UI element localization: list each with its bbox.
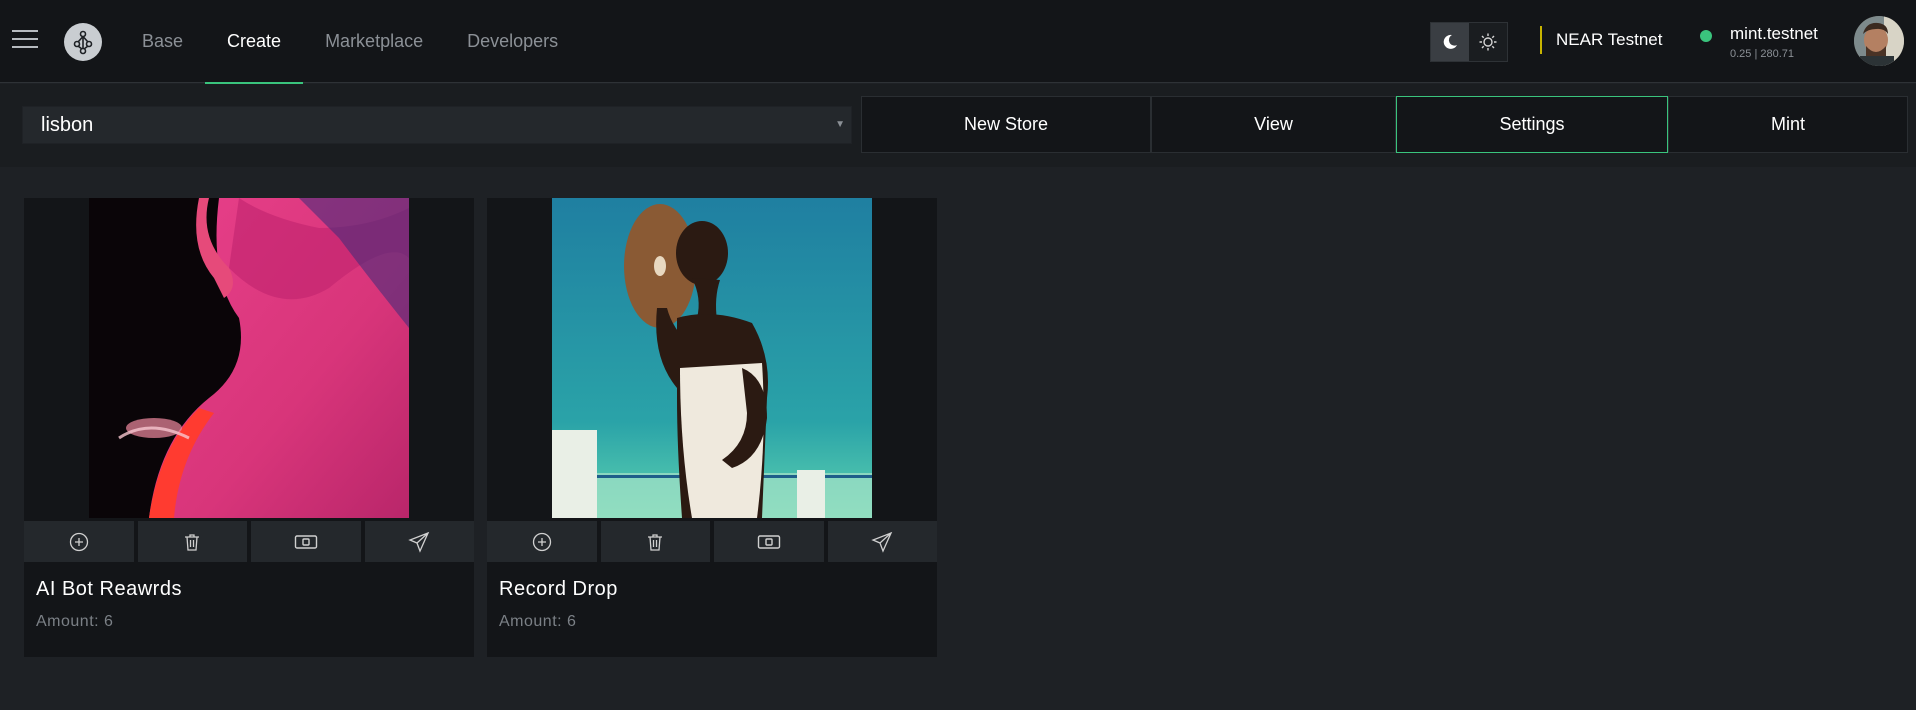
nft-image[interactable] bbox=[89, 198, 409, 518]
account-name: mint.testnet bbox=[1730, 24, 1818, 43]
nft-card-image-frame bbox=[487, 198, 937, 518]
send-icon[interactable] bbox=[827, 521, 937, 562]
tab-mint[interactable]: Mint bbox=[1668, 96, 1908, 153]
chevron-down-icon: ▼ bbox=[835, 119, 845, 130]
top-navbar: Base Create Marketplace Developers NEAR … bbox=[0, 0, 1916, 84]
store-tabs: New Store View Settings Mint bbox=[861, 96, 1908, 153]
main-nav: Base Create Marketplace Developers bbox=[120, 0, 580, 84]
nft-card-amount: Amount: 6 bbox=[499, 613, 577, 630]
nft-card-title: AI Bot Reawrds bbox=[36, 578, 182, 600]
sun-icon[interactable] bbox=[1469, 23, 1507, 61]
nft-card[interactable]: Record Drop Amount: 6 bbox=[487, 198, 937, 657]
nft-card-title: Record Drop bbox=[499, 578, 618, 600]
nav-marketplace[interactable]: Marketplace bbox=[303, 0, 445, 83]
nft-card-actions bbox=[487, 521, 937, 562]
nav-developers[interactable]: Developers bbox=[445, 0, 580, 83]
avatar[interactable] bbox=[1854, 16, 1904, 66]
trash-icon[interactable] bbox=[137, 521, 247, 562]
plus-circle-icon[interactable] bbox=[24, 521, 134, 562]
network-label[interactable]: NEAR Testnet bbox=[1540, 26, 1662, 54]
theme-toggle bbox=[1430, 22, 1508, 62]
hamburger-menu-icon[interactable] bbox=[12, 30, 38, 52]
money-icon[interactable] bbox=[714, 521, 824, 562]
nft-image[interactable] bbox=[552, 198, 872, 518]
nft-card[interactable]: AI Bot Reawrds Amount: 6 bbox=[24, 198, 474, 657]
plus-circle-icon[interactable] bbox=[487, 521, 597, 562]
nft-card-image-frame bbox=[24, 198, 474, 518]
store-select[interactable]: lisbon ▼ bbox=[22, 106, 852, 144]
send-icon[interactable] bbox=[364, 521, 474, 562]
nft-card-actions bbox=[24, 521, 474, 562]
tab-settings[interactable]: Settings bbox=[1396, 96, 1668, 153]
trash-icon[interactable] bbox=[600, 521, 710, 562]
moon-icon[interactable] bbox=[1431, 23, 1469, 61]
tab-new-store[interactable]: New Store bbox=[861, 96, 1151, 153]
money-icon[interactable] bbox=[251, 521, 361, 562]
nft-card-amount: Amount: 6 bbox=[36, 613, 114, 630]
nav-create[interactable]: Create bbox=[205, 0, 304, 84]
store-select-value: lisbon bbox=[41, 113, 94, 136]
nav-base[interactable]: Base bbox=[120, 0, 205, 83]
status-dot bbox=[1700, 30, 1712, 42]
account-balance: 0.25 | 280.71 bbox=[1730, 48, 1795, 60]
logo-icon[interactable] bbox=[64, 23, 102, 61]
tab-view[interactable]: View bbox=[1151, 96, 1396, 153]
